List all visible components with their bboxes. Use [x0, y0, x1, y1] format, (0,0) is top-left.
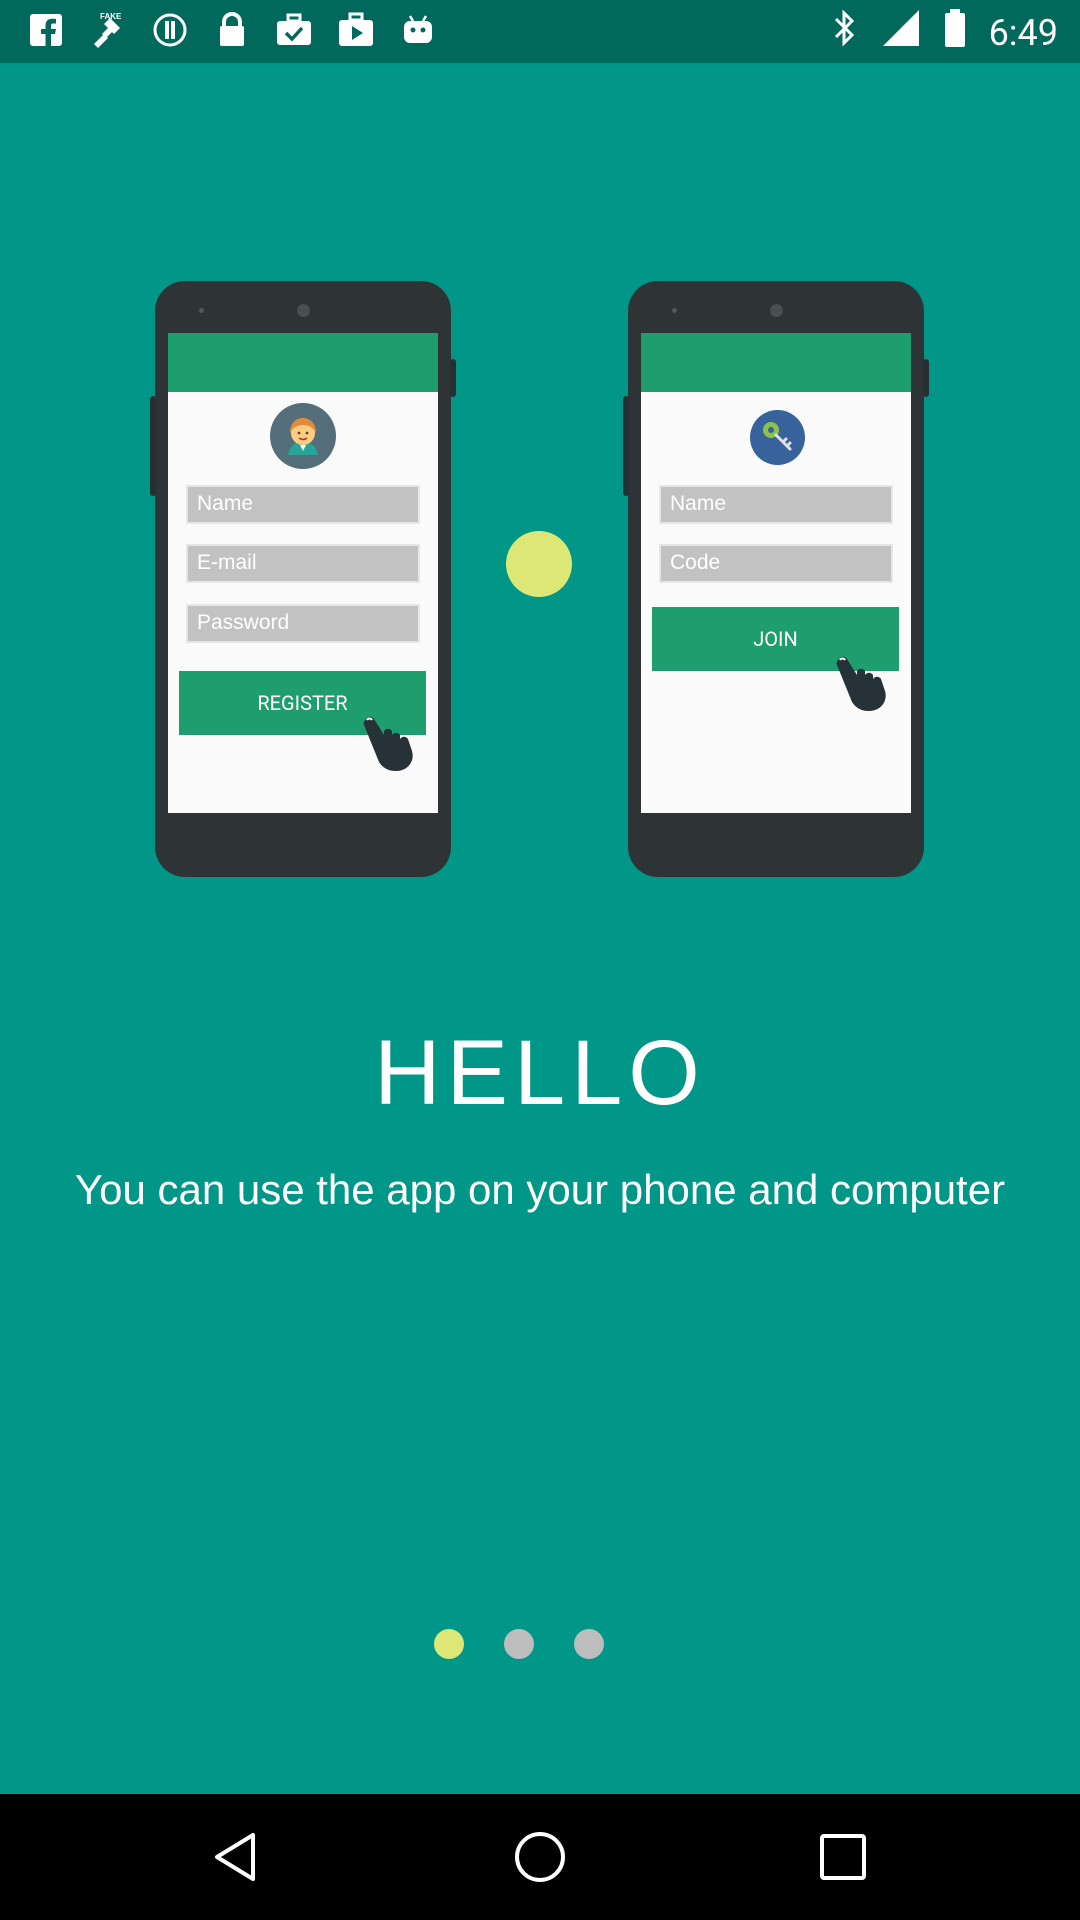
phone-camera [770, 304, 783, 317]
phone-app-bar [168, 333, 438, 392]
phone-illustration-register: Name E-mail Password REGISTER [150, 281, 456, 877]
pointing-hand-icon [360, 711, 430, 771]
page-dot-1[interactable] [434, 1629, 464, 1659]
key-icon [750, 410, 805, 465]
bluetooth-icon [831, 8, 859, 57]
page-dot-3[interactable] [574, 1629, 604, 1659]
play-store-icon [336, 10, 376, 50]
status-right: 6:49 [831, 8, 1058, 57]
signal-icon [881, 8, 921, 57]
phone-side-button [623, 396, 629, 496]
clock: 6:49 [988, 11, 1058, 54]
pointing-hand-icon [833, 651, 903, 711]
onboarding-page[interactable]: Name E-mail Password REGISTER Name Code … [0, 63, 1080, 1794]
email-field-illustration: E-mail [186, 544, 420, 583]
name-field-illustration: Name [659, 485, 893, 524]
navigation-bar [0, 1794, 1080, 1920]
phone-side-button [150, 396, 156, 496]
phone-illustration-join: Name Code JOIN [623, 281, 929, 877]
connector-dot [506, 531, 572, 597]
fake-gps-icon: FAKE [88, 10, 128, 50]
password-field-illustration: Password [186, 604, 420, 643]
recents-icon[interactable] [813, 1827, 873, 1887]
alert-icon [150, 10, 190, 50]
lock-icon [212, 10, 252, 50]
phone-camera [297, 304, 310, 317]
facebook-icon [26, 10, 66, 50]
page-subtitle: You can use the app on your phone and co… [74, 1166, 1006, 1213]
name-field-illustration: Name [186, 485, 420, 524]
person-avatar-icon [270, 403, 336, 469]
back-icon[interactable] [207, 1827, 267, 1887]
status-bar: FAKE 6:49 [0, 0, 1080, 63]
phone-speaker [672, 308, 677, 313]
code-field-illustration: Code [659, 544, 893, 583]
briefcase-check-icon [274, 10, 314, 50]
phone-side-button [450, 359, 456, 397]
battery-icon [943, 8, 967, 57]
phone-app-bar [641, 333, 911, 392]
page-indicator[interactable] [434, 1629, 604, 1659]
phone-speaker [199, 308, 204, 313]
phone-screen: Name Code JOIN [641, 333, 911, 813]
page-dot-2[interactable] [504, 1629, 534, 1659]
phone-side-button [923, 359, 929, 397]
page-title: HELLO [374, 1022, 706, 1124]
home-icon[interactable] [510, 1827, 570, 1887]
notification-icons: FAKE [26, 10, 438, 50]
android-icon [398, 10, 438, 50]
